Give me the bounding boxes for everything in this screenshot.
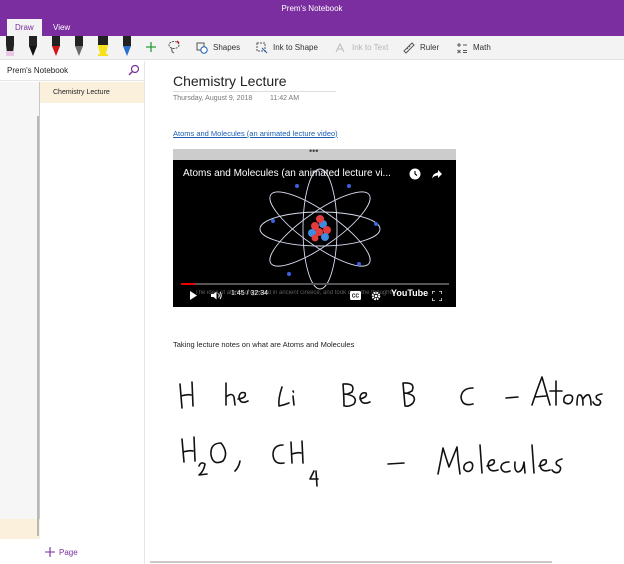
page-list: Chemistry Lecture xyxy=(40,82,144,542)
section-list[interactable] xyxy=(0,82,40,539)
math-label: Math xyxy=(473,43,491,52)
window-title-bar: Prem's Notebook xyxy=(0,0,624,19)
ink-to-shape-label: Ink to Shape xyxy=(273,43,318,52)
eraser-icon[interactable] xyxy=(3,36,17,58)
ink-to-text-icon xyxy=(335,42,345,53)
plus-icon xyxy=(45,547,55,557)
handwritten-ink-notes[interactable] xyxy=(146,61,624,564)
tab-draw[interactable]: Draw xyxy=(7,19,42,36)
shapes-button[interactable]: Shapes xyxy=(196,40,240,56)
shapes-icon xyxy=(196,42,208,54)
navigation-pane: Prem's Notebook Chemistry Lecture Page xyxy=(0,61,145,564)
ribbon-tab-bar: Draw View xyxy=(0,19,624,36)
add-pen-icon[interactable] xyxy=(145,41,157,53)
pen-black-icon[interactable] xyxy=(26,36,40,58)
page-item-chemistry-lecture[interactable]: Chemistry Lecture xyxy=(40,82,144,103)
math-icon xyxy=(457,43,467,54)
pen-blue-icon[interactable] xyxy=(120,36,134,58)
ink-to-shape-icon xyxy=(256,42,268,54)
notebook-name: Prem's Notebook xyxy=(7,66,69,75)
math-button[interactable]: Math xyxy=(456,40,491,56)
horizontal-scrollbar[interactable] xyxy=(150,561,552,563)
add-page-label: Page xyxy=(59,547,78,557)
draw-toolbar: Shapes Ink to Shape Ink to Text Ruler Ma… xyxy=(0,36,624,60)
ink-to-text-button[interactable]: Ink to Text xyxy=(335,40,388,56)
ruler-icon xyxy=(403,42,415,54)
ink-to-text-label: Ink to Text xyxy=(352,43,389,52)
notebook-header[interactable]: Prem's Notebook xyxy=(0,61,145,81)
highlighter-yellow-icon[interactable] xyxy=(96,36,110,58)
ruler-label: Ruler xyxy=(420,43,440,52)
section-item-selected[interactable] xyxy=(0,519,40,539)
add-page-button[interactable]: Page xyxy=(45,547,78,557)
lasso-select-icon[interactable] xyxy=(167,40,181,54)
search-icon[interactable] xyxy=(128,64,140,76)
ruler-button[interactable]: Ruler xyxy=(403,40,439,56)
pen-gray-icon[interactable] xyxy=(72,36,86,58)
window-title: Prem's Notebook xyxy=(281,4,343,13)
ink-to-shape-button[interactable]: Ink to Shape xyxy=(256,40,318,56)
page-canvas[interactable]: Chemistry Lecture Thursday, August 9, 20… xyxy=(146,61,624,564)
shapes-label: Shapes xyxy=(213,43,241,52)
pen-red-icon[interactable] xyxy=(49,36,63,58)
tab-view[interactable]: View xyxy=(45,19,78,36)
section-scrollbar[interactable] xyxy=(37,116,39,536)
